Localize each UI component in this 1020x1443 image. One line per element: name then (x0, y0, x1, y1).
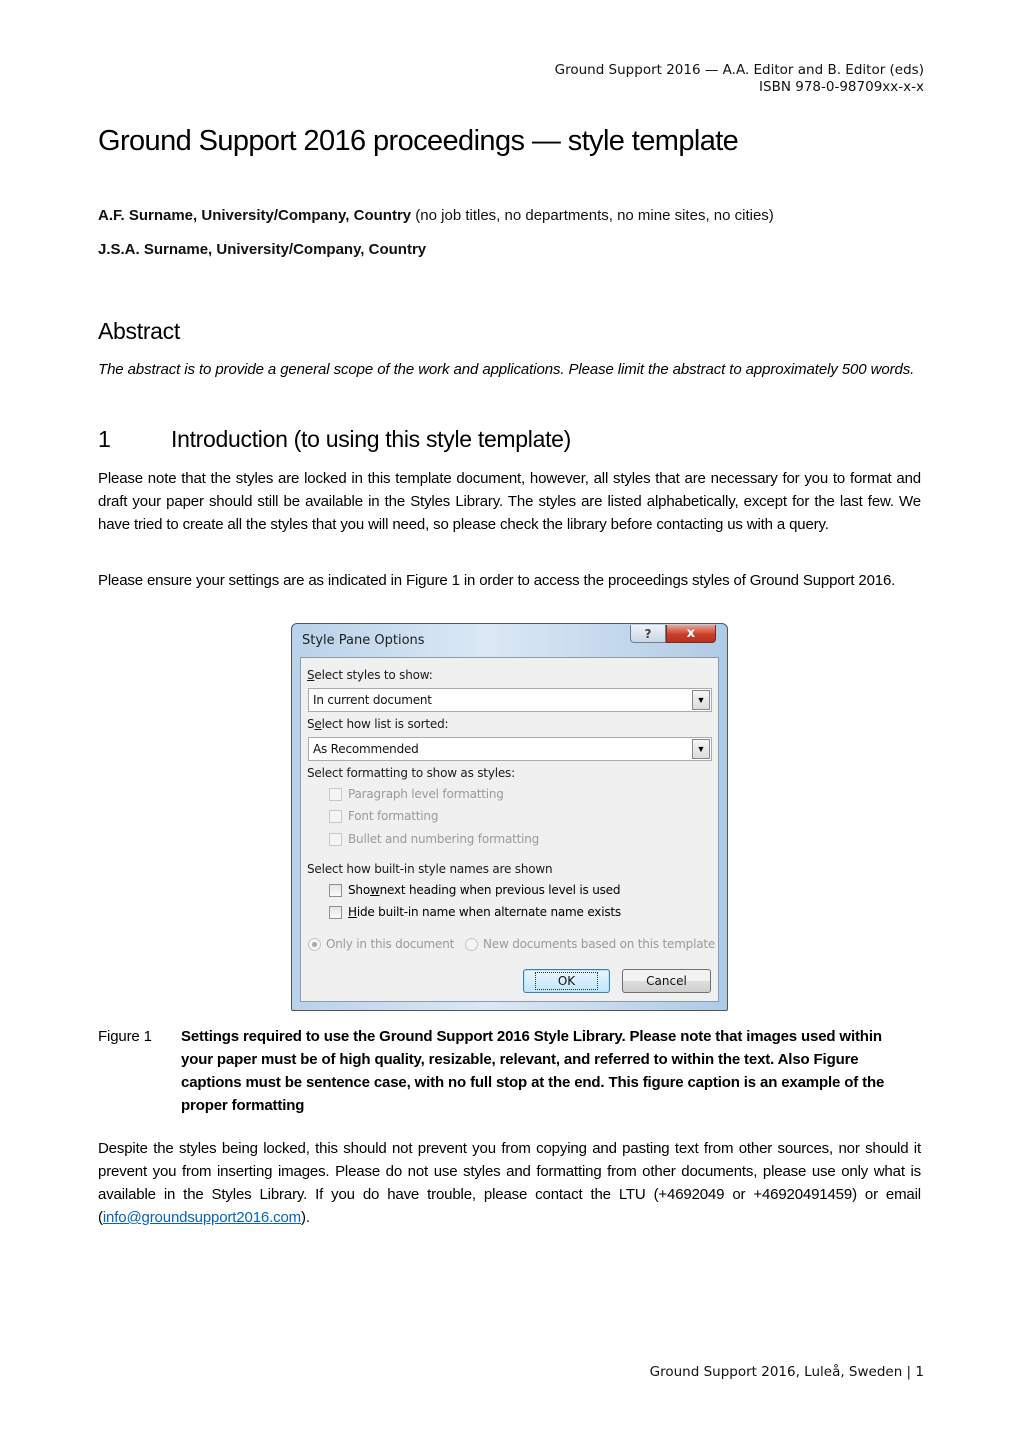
abstract-text: The abstract is to provide a general sco… (98, 361, 915, 378)
hide-builtin-name-checkbox[interactable]: Hide built-in name when alternate name e… (329, 905, 621, 919)
figure-label: Figure 1 (98, 1028, 152, 1045)
chevron-down-icon[interactable]: ▼ (692, 739, 710, 759)
section-heading: 1 Introduction (to using this style templ… (98, 426, 571, 453)
body-paragraph: Please ensure your settings are as indic… (98, 572, 896, 589)
body-paragraph: Despite the styles being locked, this sh… (98, 1140, 921, 1226)
figure-caption-text: Settings required to use the Ground Supp… (181, 1028, 885, 1114)
close-button[interactable]: x (666, 625, 716, 643)
author-line: A.F. Surname, University/Company, Countr… (98, 207, 774, 224)
checkbox-icon[interactable] (329, 832, 342, 846)
author-name: A.F. Surname, University/Company, Countr… (98, 207, 412, 224)
figure-caption: Figure 1 Settings required to use the Gr… (98, 1025, 921, 1117)
document-title: Ground Support 2016 proceedings — style … (98, 125, 739, 157)
new-documents-radio[interactable]: New documents based on this template (465, 937, 715, 951)
author-line: J.S.A. Surname, University/Company, Coun… (98, 241, 426, 258)
builtin-names-label: Select how built-in style names are show… (307, 862, 553, 876)
help-button[interactable]: ? (630, 625, 666, 643)
styles-to-show-value: In current document (313, 693, 432, 707)
ok-button[interactable]: OK (523, 969, 610, 993)
author-note: (no job titles, no departments, no mine … (411, 207, 774, 224)
style-pane-options-dialog: Style Pane Options ? x Select styles to … (291, 623, 728, 1011)
show-next-heading-checkbox[interactable]: Sho w next heading when previous level is… (329, 883, 620, 897)
abstract-heading: Abstract (98, 318, 180, 344)
dialog-body: Select styles to show: In current docume… (300, 657, 719, 1002)
styles-to-show-select[interactable]: In current document ▼ (308, 688, 712, 712)
chevron-down-icon[interactable]: ▼ (692, 690, 710, 710)
body-paragraph: Please note that the styles are locked i… (98, 470, 921, 533)
header-isbn: ISBN 978-0-98709xx-x-x (759, 79, 924, 95)
checkbox-icon[interactable] (329, 905, 342, 919)
paragraph-formatting-checkbox[interactable]: Paragraph level formatting (329, 787, 504, 801)
bullet-formatting-checkbox[interactable]: Bullet and numbering formatting (329, 832, 539, 846)
section-number: 1 (98, 426, 111, 452)
sort-select[interactable]: As Recommended ▼ (308, 737, 712, 761)
formatting-label: Select formatting to show as styles: (307, 766, 515, 780)
only-this-document-radio[interactable]: Only in this document (308, 937, 454, 951)
radio-icon[interactable] (465, 937, 478, 951)
checkbox-icon[interactable] (329, 809, 342, 823)
help-icon: ? (644, 626, 652, 641)
close-icon: x (686, 626, 696, 641)
checkbox-icon[interactable] (329, 787, 342, 801)
styles-to-show-label: Select styles to show: (307, 668, 433, 682)
sort-value: As Recommended (313, 742, 419, 756)
running-header: Ground Support 2016 — A.A. Editor and B.… (555, 62, 924, 96)
dialog-title: Style Pane Options (302, 633, 425, 648)
font-formatting-checkbox[interactable]: Font formatting (329, 809, 438, 823)
section-title: Introduction (to using this style templa… (171, 426, 572, 452)
cancel-button[interactable]: Cancel (622, 969, 711, 993)
radio-selected-icon[interactable] (308, 937, 321, 951)
header-editors: Ground Support 2016 — A.A. Editor and B.… (554, 62, 924, 78)
author-name: J.S.A. Surname, University/Company, Coun… (98, 241, 427, 258)
checkbox-icon[interactable] (329, 883, 342, 897)
sort-label: Select how list is sorted: (307, 717, 449, 731)
email-link[interactable]: info@groundsupport2016.com (103, 1209, 301, 1226)
page-footer: Ground Support 2016, Luleå, Sweden | 1 (649, 1364, 924, 1380)
